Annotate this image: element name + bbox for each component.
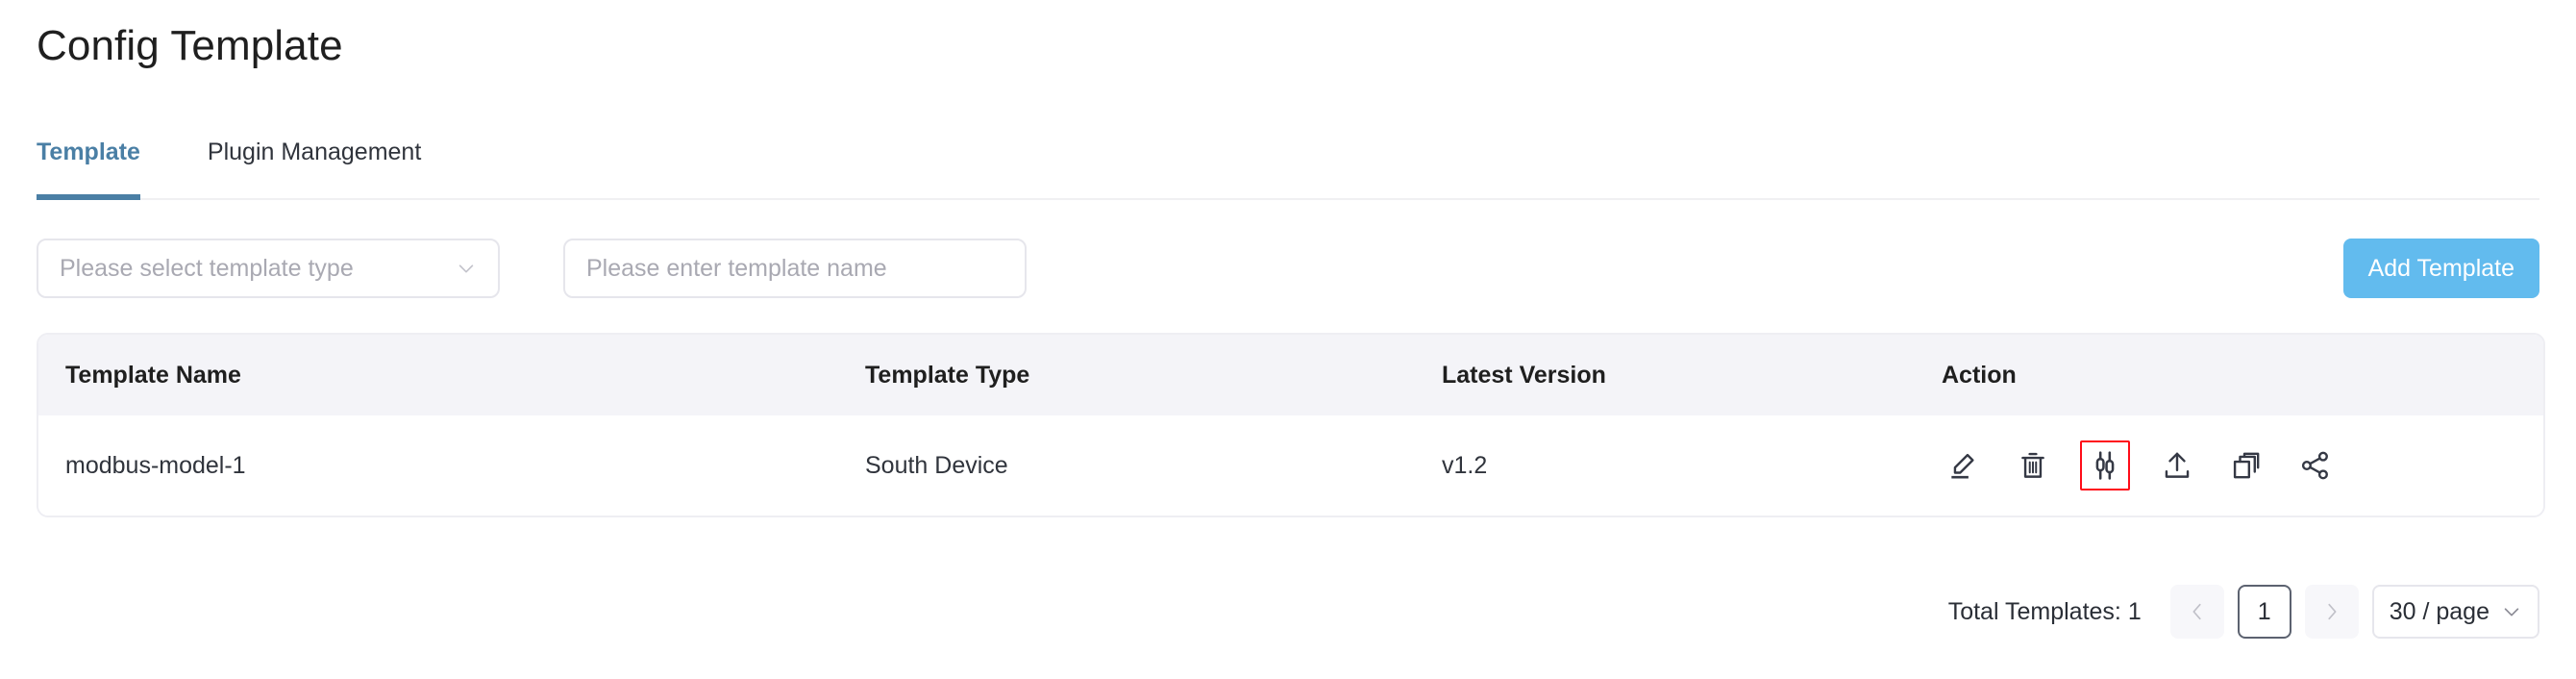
pagination-next-button[interactable] xyxy=(2304,585,2359,639)
settings-button[interactable] xyxy=(2080,440,2130,490)
tab-bar: Template Plugin Management xyxy=(0,135,2576,200)
share-icon xyxy=(2301,451,2328,480)
page-title: Config Template xyxy=(37,22,343,69)
delete-trash-icon xyxy=(2021,452,2044,478)
tab-template[interactable]: Template xyxy=(37,135,140,200)
copy-icon xyxy=(2233,452,2260,479)
column-header-action: Action xyxy=(1942,361,2017,389)
template-type-select[interactable]: Please select template type xyxy=(37,239,500,298)
pagination-prev-button[interactable] xyxy=(2169,585,2224,639)
cell-template-type: South Device xyxy=(865,451,1008,479)
column-header-template-type: Template Type xyxy=(865,361,1030,389)
template-type-select-placeholder: Please select template type xyxy=(60,254,354,282)
copy-button[interactable] xyxy=(2224,443,2268,488)
upload-icon xyxy=(2165,452,2190,478)
chevron-down-icon xyxy=(458,264,474,273)
edit-button[interactable] xyxy=(1942,443,1986,488)
template-name-input[interactable] xyxy=(586,254,1003,283)
pagination-page-1[interactable]: 1 xyxy=(2237,585,2291,639)
column-header-latest-version: Latest Version xyxy=(1442,361,1606,389)
filter-bar: Please select template type Add Template xyxy=(37,239,2539,298)
table-header-row: Template Name Template Type Latest Versi… xyxy=(38,335,2543,415)
chevron-down-icon xyxy=(2504,608,2519,616)
edit-pencil-icon xyxy=(1951,453,1974,479)
chevron-left-icon xyxy=(2192,603,2201,620)
tab-list: Template Plugin Management xyxy=(37,135,421,200)
template-name-input-wrapper[interactable] xyxy=(563,239,1027,298)
tab-plugin-management[interactable]: Plugin Management xyxy=(208,135,421,200)
add-template-button[interactable]: Add Template xyxy=(2342,239,2539,298)
share-button[interactable] xyxy=(2293,443,2338,488)
templates-table: Template Name Template Type Latest Versi… xyxy=(37,333,2545,517)
chevron-right-icon xyxy=(2328,603,2337,620)
page-size-select[interactable]: 30 / page xyxy=(2371,585,2539,639)
table-row: modbus-model-1 South Device v1.2 xyxy=(38,415,2543,516)
column-header-template-name: Template Name xyxy=(65,361,241,389)
pagination: Total Templates: 1 1 30 / page xyxy=(1948,585,2539,639)
cell-template-name: modbus-model-1 xyxy=(65,451,246,479)
page-size-label: 30 / page xyxy=(2389,597,2489,625)
pagination-total-label: Total Templates: 1 xyxy=(1947,597,2142,625)
cell-actions xyxy=(1942,440,2543,490)
config-template-page: Config Template Template Plugin Manageme… xyxy=(0,0,2576,679)
upload-button[interactable] xyxy=(2155,443,2199,488)
delete-button[interactable] xyxy=(2011,443,2055,488)
cell-latest-version: v1.2 xyxy=(1442,451,1488,479)
settings-sliders-icon xyxy=(2095,451,2115,480)
